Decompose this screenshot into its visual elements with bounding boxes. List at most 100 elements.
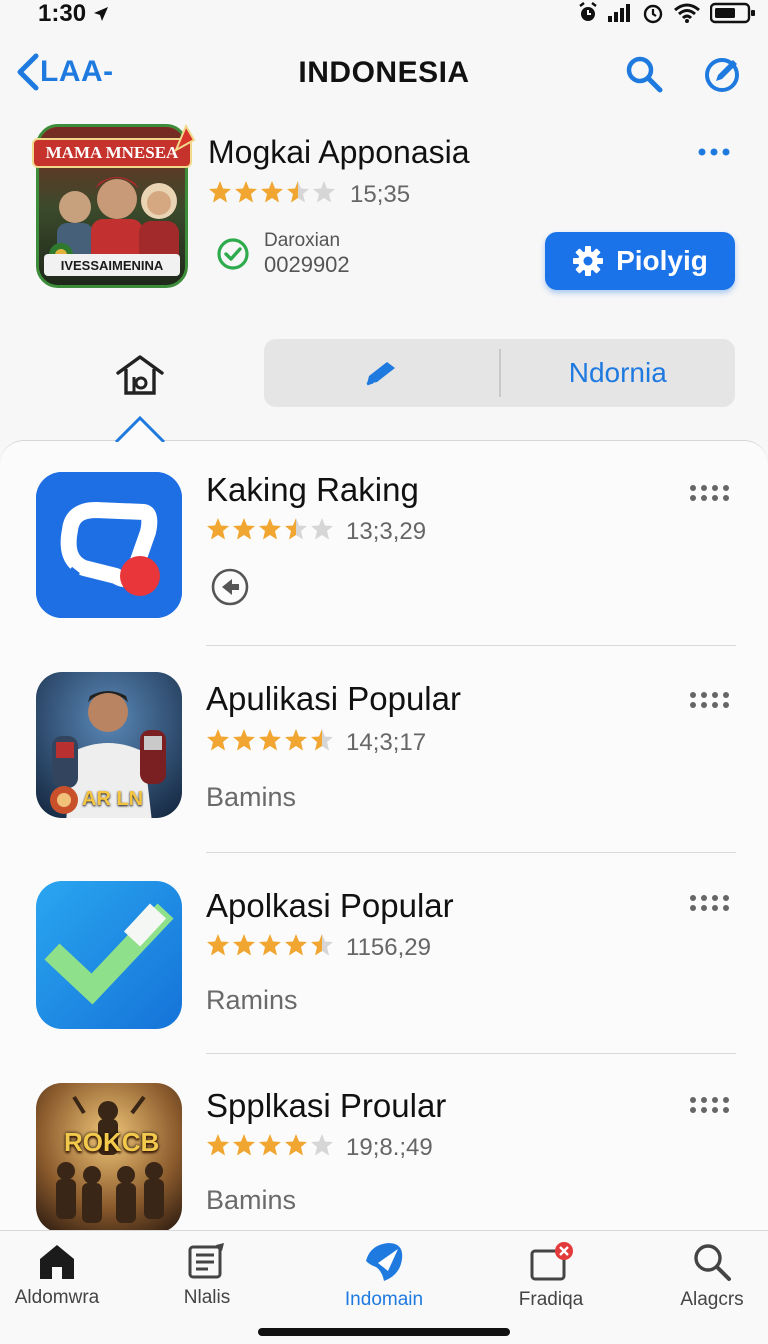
- star-rating: [206, 728, 334, 757]
- star-icon: [259, 934, 281, 956]
- star-icon: [313, 181, 335, 203]
- star-icon: [233, 934, 255, 956]
- home-filter-button[interactable]: [112, 350, 168, 400]
- star-icon: [287, 181, 309, 203]
- rating-count: 14;3;17: [346, 728, 427, 756]
- house-icon: [40, 1245, 74, 1279]
- app-icon: AR LN: [36, 672, 182, 818]
- pencil-icon: [366, 362, 396, 386]
- list-icon: [188, 1243, 224, 1279]
- star-icon: [285, 1134, 307, 1156]
- app-rating: 19;8.;49: [206, 1133, 433, 1162]
- tab-notifications[interactable]: Fradiqa: [481, 1241, 621, 1311]
- app-icon: [36, 472, 182, 618]
- more-button[interactable]: [688, 893, 732, 918]
- app-rating: 1156,29: [206, 933, 431, 962]
- more-button[interactable]: [688, 483, 732, 508]
- status-bar: 1:30: [0, 0, 768, 30]
- tab-list[interactable]: Nlalis: [137, 1241, 277, 1309]
- app-icon-text: ROKCB: [64, 1127, 160, 1157]
- back-button[interactable]: LAA-: [14, 52, 114, 92]
- star-icon: [235, 181, 257, 203]
- battery-icon: [710, 2, 755, 24]
- star-icon: [285, 729, 307, 751]
- star-icon: [207, 518, 229, 540]
- star-icon: [311, 729, 333, 751]
- edit-icon: [705, 58, 739, 92]
- alarm-icon: [579, 2, 597, 21]
- star-rating: [208, 180, 336, 209]
- status-time-text: 1:30: [38, 0, 87, 27]
- tab-label: Alagcrs: [680, 1289, 744, 1310]
- list-item[interactable]: AR LN Apulikasi Popular 14;3;17 Bamins: [0, 646, 768, 853]
- list-item[interactable]: Apolkasi Popular 1156,29 Ramins: [0, 853, 768, 1054]
- star-icon: [207, 934, 229, 956]
- status-icons: [578, 2, 756, 24]
- more-button[interactable]: [688, 690, 732, 715]
- featured-action-label: Piolyig: [616, 245, 708, 276]
- featured-icon-banner: MAMA MNESEA: [32, 138, 192, 168]
- featured-app-title[interactable]: Mogkai Apponasia: [208, 134, 470, 171]
- segment-edit[interactable]: [264, 339, 499, 407]
- star-icon: [261, 181, 283, 203]
- star-icon: [311, 518, 333, 540]
- star-icon: [233, 1134, 255, 1156]
- featured-more-button[interactable]: [696, 140, 732, 169]
- star-icon: [233, 729, 255, 751]
- checkmark-logo-icon: [36, 881, 182, 1029]
- signal-icon: [608, 4, 630, 22]
- app-title: Apolkasi Popular: [206, 887, 454, 924]
- segmented-control: Ndornia: [264, 339, 735, 407]
- grid-dots-icon: [690, 1097, 729, 1113]
- chat-logo-icon: [36, 472, 182, 618]
- app-subtitle: Bamins: [206, 1185, 297, 1215]
- tab-home[interactable]: Aldomwra: [0, 1241, 127, 1309]
- rating-count: 13;3,29: [346, 517, 427, 545]
- app-subtitle: Ramins: [206, 985, 298, 1015]
- developer-code: 0029902: [264, 252, 350, 277]
- search-button[interactable]: [622, 52, 666, 96]
- do-not-disturb-icon: [643, 4, 663, 24]
- star-rating: [206, 933, 334, 962]
- tab-label: Nlalis: [183, 1287, 231, 1308]
- search-icon: [694, 1244, 731, 1281]
- app-rating: 13;3,29: [206, 517, 426, 546]
- app-title: Spplkasi Proular: [206, 1087, 447, 1124]
- list-item[interactable]: Kaking Raking 13;3,29: [0, 441, 768, 646]
- ribbon-arrow-icon: [174, 123, 196, 152]
- star-icon: [207, 729, 229, 751]
- app-list-sheet: Kaking Raking 13;3,29 AR LN Apulikasi Po…: [0, 440, 768, 1230]
- star-icon: [285, 518, 307, 540]
- star-icon: [259, 518, 281, 540]
- tab-search[interactable]: Alagcrs: [642, 1241, 768, 1311]
- app-icon: [36, 881, 182, 1029]
- grid-dots-icon: [690, 895, 729, 911]
- tab-label: Fradiqa: [518, 1289, 584, 1310]
- list-item[interactable]: ROKCB Spplkasi Proular 19;8.;49 Bamins: [0, 1053, 768, 1230]
- grid-dots-icon: [690, 485, 729, 501]
- gear-icon: [573, 246, 604, 276]
- wifi-icon: [674, 3, 700, 23]
- compose-button[interactable]: [700, 52, 744, 96]
- compass-icon: [366, 1243, 403, 1281]
- back-label: LAA-: [40, 55, 114, 88]
- notification-icon: [530, 1242, 573, 1281]
- star-rating: [206, 1133, 334, 1162]
- grid-dots-icon: [690, 692, 729, 708]
- home-indicator[interactable]: [258, 1328, 510, 1336]
- app-rating: 14;3;17: [206, 728, 426, 757]
- featured-action-button[interactable]: Piolyig: [545, 232, 735, 290]
- status-time: 1:30: [38, 0, 110, 28]
- tab-label: Indomain: [344, 1289, 424, 1310]
- app-icon: ROKCB: [36, 1083, 182, 1230]
- star-icon: [209, 181, 231, 203]
- featured-icon-caption: IVESSAIMENINA: [44, 254, 180, 276]
- app-title: Kaking Raking: [206, 471, 419, 508]
- tab-discover[interactable]: Indomain: [314, 1241, 454, 1311]
- more-button[interactable]: [688, 1095, 732, 1120]
- star-icon: [285, 934, 307, 956]
- location-arrow-icon: [94, 7, 109, 21]
- segment-region[interactable]: Ndornia: [501, 339, 736, 407]
- star-icon: [311, 1134, 333, 1156]
- tab-bar: Aldomwra Nlalis Indomain Fradiqa Alagcrs: [0, 1230, 768, 1344]
